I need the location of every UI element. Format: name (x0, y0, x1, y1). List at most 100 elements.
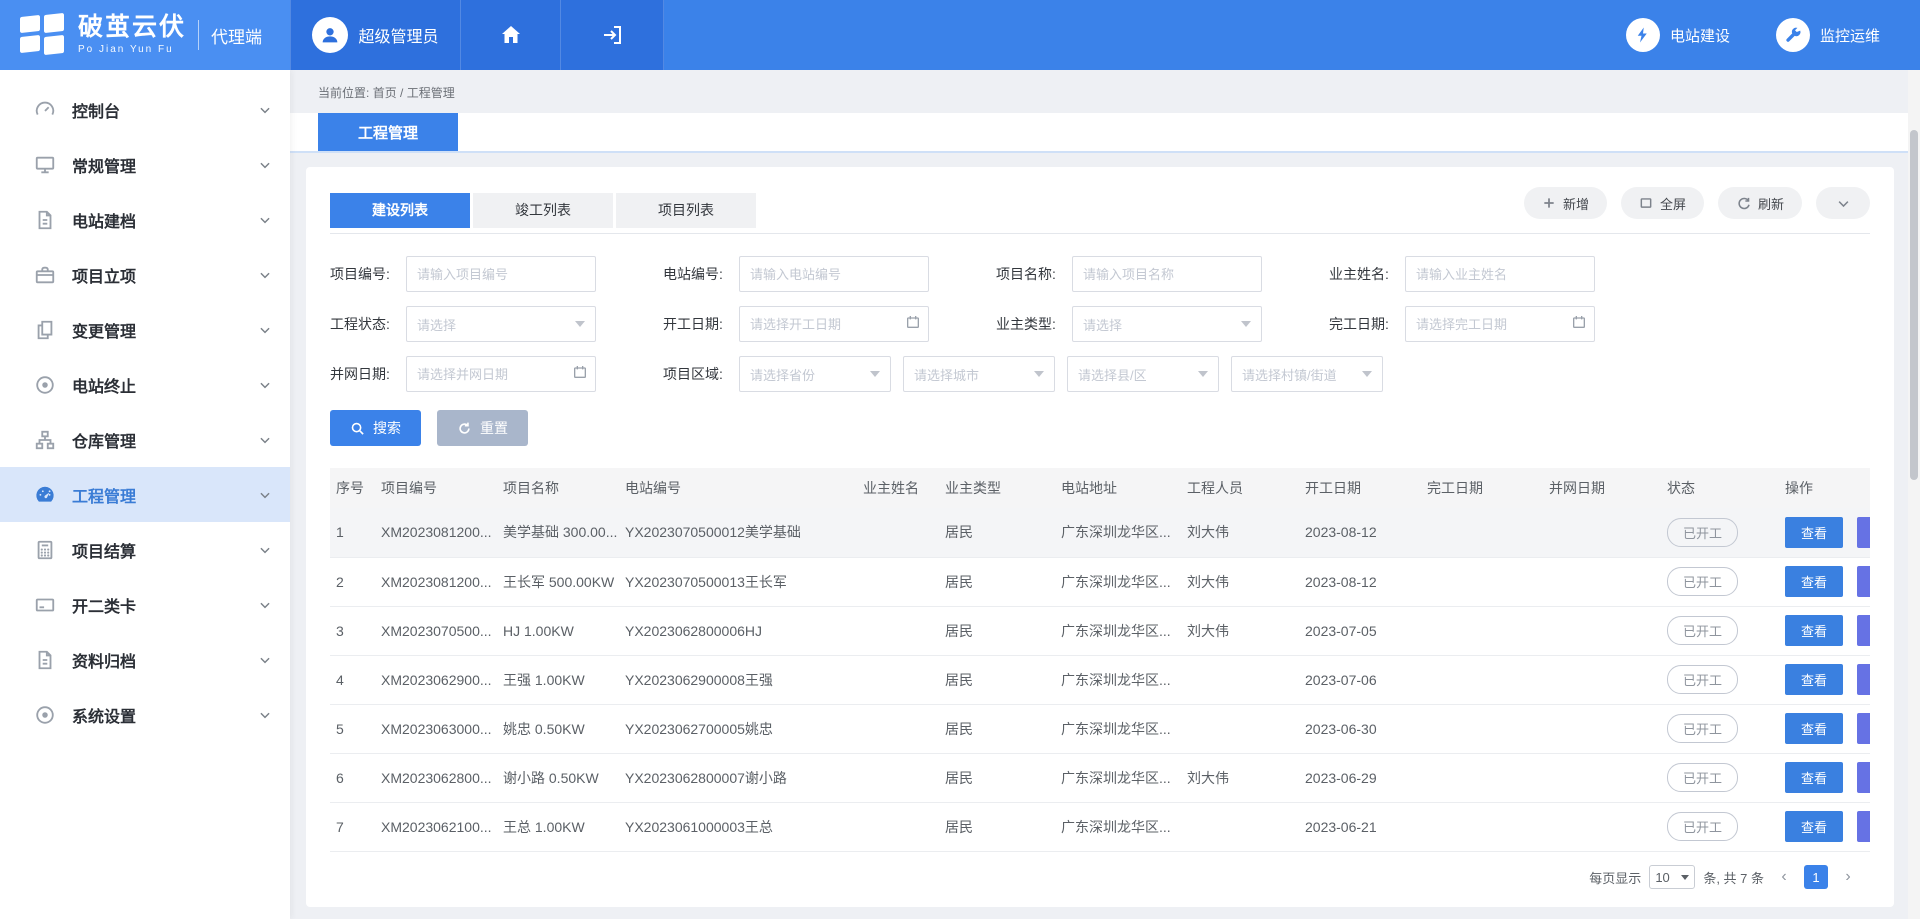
view-button[interactable]: 查看 (1785, 566, 1843, 597)
subtab[interactable]: 项目列表 (616, 193, 756, 228)
start-date-input[interactable] (739, 306, 929, 342)
card-icon (34, 594, 56, 616)
reset-button[interactable]: 重置 (437, 410, 528, 446)
sidebar-item-target[interactable]: 系统设置 (0, 687, 290, 742)
logout-button[interactable] (560, 0, 664, 70)
target-icon (34, 704, 56, 726)
district-select[interactable]: 请选择县/区 (1067, 356, 1219, 392)
vertical-scrollbar[interactable] (1908, 70, 1920, 919)
current-user[interactable]: 超级管理员 (290, 0, 460, 70)
cell-start-date: 2023-06-21 (1299, 802, 1421, 851)
edit-button[interactable]: 编辑 (1857, 517, 1870, 548)
content-card: 建设列表竣工列表项目列表 新增 全屏 刷新 (306, 167, 1894, 907)
view-button[interactable]: 查看 (1785, 664, 1843, 695)
sidebar-item-calculator[interactable]: 项目结算 (0, 522, 290, 577)
grid-date-input[interactable] (406, 356, 596, 392)
table-header-row: 序号项目编号项目名称电站编号业主姓名业主类型电站地址工程人员开工日期完工日期并网… (330, 468, 1870, 508)
table-row[interactable]: 7 XM2023062100... 王总 1.00KW YX2023061000… (330, 802, 1870, 851)
chevron-down-icon (258, 103, 272, 117)
view-button[interactable]: 查看 (1785, 615, 1843, 646)
home-button[interactable] (460, 0, 560, 70)
cell-grid-date (1543, 753, 1661, 802)
cell-start-date: 2023-06-30 (1299, 704, 1421, 753)
sidebar-item-document[interactable]: 资料归档 (0, 632, 290, 687)
subtab[interactable]: 竣工列表 (473, 193, 613, 228)
sidebar-item-sitemap[interactable]: 仓库管理 (0, 412, 290, 467)
refresh-button[interactable]: 刷新 (1718, 187, 1802, 219)
filter-label: 业主类型: (996, 314, 1072, 334)
view-button[interactable]: 查看 (1785, 811, 1843, 842)
cell-project-no: XM2023062800... (375, 753, 497, 802)
cell-address: 广东深圳龙华区... (1055, 557, 1181, 606)
edit-button[interactable]: 编辑 (1857, 762, 1870, 793)
column-header: 完工日期 (1421, 468, 1543, 508)
view-button[interactable]: 查看 (1785, 517, 1843, 548)
sitemap-icon (34, 429, 56, 451)
edit-button[interactable]: 编辑 (1857, 811, 1870, 842)
table-row[interactable]: 6 XM2023062800... 谢小路 0.50KW YX202306280… (330, 753, 1870, 802)
province-select[interactable]: 请选择省份 (739, 356, 891, 392)
view-button[interactable]: 查看 (1785, 762, 1843, 793)
owner-name-input[interactable] (1405, 256, 1595, 292)
edit-button[interactable]: 编辑 (1857, 566, 1870, 597)
table-row[interactable]: 1 XM2023081200... 美学基础 300.00... YX20230… (330, 508, 1870, 557)
cell-finish-date (1421, 704, 1543, 753)
city-select[interactable]: 请选择城市 (903, 356, 1055, 392)
tab-project-management[interactable]: 工程管理 (318, 113, 458, 151)
sidebar-item-gaugefill[interactable]: 工程管理 (0, 467, 290, 522)
collapse-button[interactable] (1816, 187, 1870, 219)
caret-down-icon (1241, 321, 1251, 327)
sidebar-item-copy[interactable]: 变更管理 (0, 302, 290, 357)
page-number[interactable]: 1 (1804, 865, 1828, 889)
sidebar-item-target[interactable]: 电站终止 (0, 357, 290, 412)
cell-engineer: 刘大伟 (1181, 557, 1299, 606)
table-row[interactable]: 5 XM2023063000... 姚忠 0.50KW YX2023062700… (330, 704, 1870, 753)
scrollbar-thumb[interactable] (1910, 130, 1918, 480)
sidebar-item-card[interactable]: 开二类卡 (0, 577, 290, 632)
breadcrumb-path[interactable]: 首页 / 工程管理 (373, 86, 455, 100)
table-row[interactable]: 2 XM2023081200... 王长军 500.00KW YX2023070… (330, 557, 1870, 606)
calendar-icon (572, 364, 588, 380)
finish-date-input[interactable] (1405, 306, 1595, 342)
table-row[interactable]: 3 XM2023070500... HJ 1.00KW YX2023062800… (330, 606, 1870, 655)
filter-label: 业主姓名: (1329, 264, 1405, 284)
subtab[interactable]: 建设列表 (330, 193, 470, 228)
add-button[interactable]: 新增 (1524, 187, 1607, 219)
cell-engineer: 刘大伟 (1181, 508, 1299, 557)
sidebar-item-gauge[interactable]: 控制台 (0, 82, 290, 137)
sidebar-item-briefcase[interactable]: 项目立项 (0, 247, 290, 302)
project-no-input[interactable] (406, 256, 596, 292)
table-row[interactable]: 4 XM2023062900... 王强 1.00KW YX2023062900… (330, 655, 1870, 704)
edit-button[interactable]: 编辑 (1857, 664, 1870, 695)
view-button[interactable]: 查看 (1785, 713, 1843, 744)
edit-button[interactable]: 编辑 (1857, 615, 1870, 646)
cell-owner-name (857, 655, 939, 704)
nav-station-construction[interactable]: 电站建设 (1626, 18, 1730, 52)
prev-page-button[interactable]: ‹ (1772, 865, 1796, 889)
sidebar-item-monitor[interactable]: 常规管理 (0, 137, 290, 192)
cell-station-no: YX2023062700005姚忠 (619, 704, 857, 753)
chevron-down-icon (258, 268, 272, 282)
cell-finish-date (1421, 655, 1543, 704)
page-tabbar: 工程管理 (290, 113, 1920, 153)
project-name-input[interactable] (1072, 256, 1262, 292)
search-button[interactable]: 搜索 (330, 410, 421, 446)
calendar-icon (905, 314, 921, 330)
per-page-select[interactable]: 10 (1649, 865, 1695, 889)
filter-label: 开工日期: (663, 314, 739, 334)
nav-monitoring-ops[interactable]: 监控运维 (1776, 18, 1880, 52)
owner-type-select[interactable]: 请选择 (1072, 306, 1262, 342)
next-page-button[interactable]: › (1836, 865, 1860, 889)
status-badge: 已开工 (1667, 665, 1738, 694)
station-no-input[interactable] (739, 256, 929, 292)
sidebar-item-document[interactable]: 电站建档 (0, 192, 290, 247)
fullscreen-button[interactable]: 全屏 (1621, 187, 1704, 219)
cell-owner-name (857, 606, 939, 655)
street-select[interactable]: 请选择村镇/街道 (1231, 356, 1383, 392)
cell-engineer: 刘大伟 (1181, 606, 1299, 655)
projects-table: 序号项目编号项目名称电站编号业主姓名业主类型电站地址工程人员开工日期完工日期并网… (330, 468, 1870, 852)
project-status-select[interactable]: 请选择 (406, 306, 596, 342)
cell-project-name: 王强 1.00KW (497, 655, 619, 704)
status-badge: 已开工 (1667, 518, 1738, 547)
edit-button[interactable]: 编辑 (1857, 713, 1870, 744)
